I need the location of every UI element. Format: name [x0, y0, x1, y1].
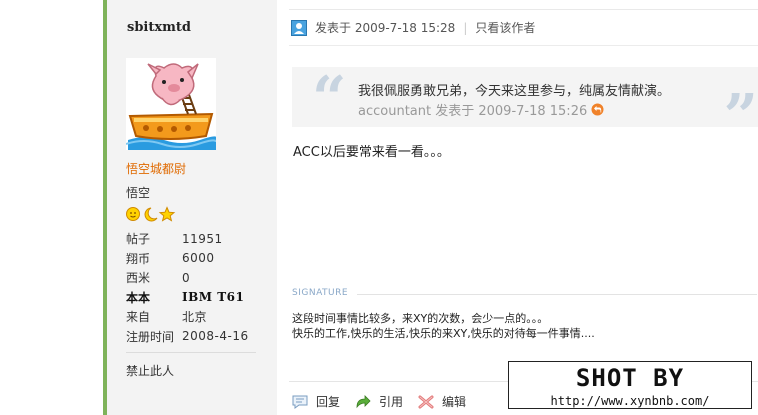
signature-line: 这段时间事情比较多，来XY的次数，会少一点的。。。	[292, 312, 549, 325]
meta-separator: |	[463, 20, 468, 35]
author-stats: 帖子 11951 翔币 6000 西米 0 本本 IBM T61 来自 北京 注…	[126, 229, 276, 346]
stat-label: 翔币	[126, 251, 151, 266]
author-sidebar: sbitxmtd 悟空城都尉 悟空 帖子 11951 翔币 6000 西米 0 …	[107, 0, 277, 415]
moon-icon	[144, 207, 158, 222]
post-timestamp: 发表于 2009-7-18 15:28	[315, 21, 456, 35]
reply-button[interactable]: 回复	[292, 393, 340, 410]
avatar[interactable]	[125, 58, 217, 150]
sidebar-divider	[126, 352, 256, 353]
signature-label: SIGNATURE	[292, 288, 349, 298]
quote-attribution: accountant 发表于 2009-7-18 15:26	[358, 100, 604, 119]
stat-value: 11951	[182, 231, 223, 246]
signature-line: 快乐的工作,快乐的生活,快乐的来XY,快乐的对待每一件事情....	[292, 327, 595, 340]
rank-name: 悟空	[126, 186, 151, 200]
quote-button[interactable]: 引用	[355, 393, 403, 410]
rank-title: 悟空城都尉	[126, 162, 187, 176]
stat-label: 来自	[126, 310, 151, 325]
top-divider	[289, 9, 758, 10]
rank-level-icons	[126, 206, 176, 222]
author-username[interactable]: sbitxmtd	[127, 20, 191, 35]
stat-row-location: 来自 北京	[126, 307, 276, 327]
edit-icon	[418, 395, 434, 408]
stat-label: 注册时间	[126, 329, 175, 344]
stat-label: 西米	[126, 271, 151, 286]
stat-label: 帖子	[126, 232, 151, 247]
open-quote-icon: “	[312, 64, 347, 134]
reply-label: 回复	[316, 395, 341, 409]
stat-value: 0	[182, 270, 191, 285]
stat-label: 本本	[126, 290, 151, 305]
quote-block: “ 我很佩服勇敢兄弟，今天来这里参与，纯属友情献演。 accountant 发表…	[292, 64, 758, 147]
stat-value: 6000	[182, 251, 215, 266]
reply-icon	[292, 395, 308, 409]
stat-value: 2008-4-16	[182, 329, 249, 344]
stat-value: 北京	[182, 310, 208, 325]
stat-row-registered: 注册时间 2008-4-16	[126, 327, 276, 347]
stat-value: IBM T61	[182, 290, 245, 305]
stat-row-xm: 西米 0	[126, 268, 276, 288]
quote-author: accountant 发表于 2009-7-18 15:26	[358, 104, 588, 119]
close-quote-icon: ”	[723, 82, 758, 152]
sun-icon	[126, 207, 140, 221]
ban-user-link[interactable]: 禁止此人	[126, 362, 174, 379]
edit-button[interactable]: 编辑	[418, 393, 466, 410]
quote-arrow-icon	[356, 394, 371, 408]
signature-divider	[357, 294, 757, 295]
screenshot-watermark: SHOT BY http://www.xynbnb.com/	[508, 361, 752, 409]
post-body: ACC以后要常来看一看。。。	[293, 145, 450, 160]
post-icon	[291, 19, 307, 36]
stat-row-coins: 翔币 6000	[126, 249, 276, 269]
watermark-url: http://www.xynbnb.com/	[550, 394, 710, 408]
post-content: 发表于 2009-7-18 15:28 | 只看该作者 “ 我很佩服勇敢兄弟，今…	[277, 0, 758, 415]
jump-to-post-icon[interactable]	[591, 103, 604, 116]
quote-label: 引用	[379, 395, 404, 409]
quote-text: 我很佩服勇敢兄弟，今天来这里参与，纯属友情献演。	[358, 84, 671, 99]
stat-row-laptop: 本本 IBM T61	[126, 288, 276, 308]
star-icon	[158, 206, 176, 222]
edit-label: 编辑	[442, 395, 467, 409]
meta-divider	[289, 45, 758, 46]
post-meta: 发表于 2009-7-18 15:28 | 只看该作者	[291, 19, 535, 36]
watermark-title: SHOT BY	[575, 364, 685, 392]
only-author-link[interactable]: 只看该作者	[475, 19, 535, 36]
stat-row-posts: 帖子 11951	[126, 229, 276, 249]
